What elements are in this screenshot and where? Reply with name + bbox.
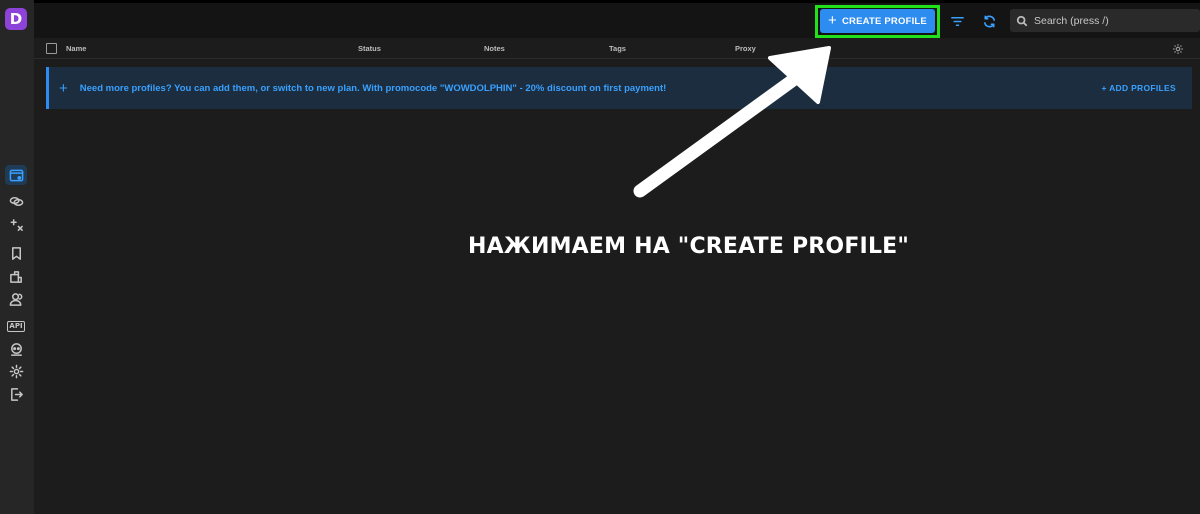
logo-letter: D xyxy=(9,9,23,28)
gear-icon xyxy=(9,364,23,378)
add-profiles-link[interactable]: + ADD PROFILES xyxy=(1102,83,1177,93)
annotation-caption: НАЖИМАЕМ НА "CREATE PROFILE" xyxy=(468,234,910,259)
sidebar-item-bookmarks[interactable] xyxy=(5,243,27,263)
column-notes[interactable]: Notes xyxy=(484,44,505,53)
sidebar-item-settings[interactable] xyxy=(5,361,27,381)
sidebar-item-logout[interactable] xyxy=(5,384,27,404)
sidebar-item-extensions[interactable] xyxy=(5,266,27,286)
refresh-button[interactable] xyxy=(980,12,998,30)
search-icon xyxy=(1016,15,1028,26)
search-box[interactable] xyxy=(1010,9,1200,32)
table-header: Name Status Notes Tags Proxy xyxy=(34,38,1200,59)
toolbar: + CREATE PROFILE xyxy=(34,3,1200,38)
extensions-icon xyxy=(9,270,22,283)
app-logo[interactable]: D xyxy=(5,8,27,30)
sidebar-item-support[interactable] xyxy=(5,339,27,359)
banner-message: Need more profiles? You can add them, or… xyxy=(79,82,667,94)
support-bot-icon xyxy=(10,342,22,356)
gear-icon xyxy=(1173,44,1183,54)
column-proxy[interactable]: Proxy xyxy=(735,44,756,53)
sidebar: D API xyxy=(0,0,34,514)
search-input[interactable] xyxy=(1034,14,1184,27)
bookmark-icon xyxy=(11,246,21,260)
create-profile-label: CREATE PROFILE xyxy=(842,15,927,27)
sidebar-item-users[interactable] xyxy=(5,289,27,309)
filter-button[interactable] xyxy=(948,12,966,30)
create-profile-button[interactable]: + CREATE PROFILE xyxy=(820,9,935,33)
refresh-icon xyxy=(983,15,995,27)
sidebar-item-api[interactable]: API xyxy=(5,316,27,336)
filter-icon xyxy=(950,16,964,26)
column-tags[interactable]: Tags xyxy=(609,44,626,53)
column-settings-button[interactable] xyxy=(1172,42,1184,54)
automation-sparkle-icon xyxy=(10,218,23,231)
logout-icon xyxy=(10,387,23,401)
select-all-checkbox[interactable] xyxy=(46,43,57,54)
api-icon: API xyxy=(7,320,25,332)
sidebar-item-automation[interactable] xyxy=(5,215,27,235)
column-name[interactable]: Name xyxy=(66,44,86,53)
plus-icon: + xyxy=(828,11,837,29)
browser-profiles-icon xyxy=(9,169,23,181)
chain-link-icon xyxy=(9,196,23,206)
plus-icon: + xyxy=(59,79,68,97)
screenshot-frame: D API + CREATE PROFILE Search (press /) … xyxy=(0,0,1200,514)
users-icon xyxy=(9,292,22,306)
sidebar-item-profiles[interactable] xyxy=(5,165,27,185)
upgrade-banner: + Need more profiles? You can add them, … xyxy=(46,67,1192,109)
column-status[interactable]: Status xyxy=(358,44,381,53)
sidebar-item-links[interactable] xyxy=(5,191,27,211)
